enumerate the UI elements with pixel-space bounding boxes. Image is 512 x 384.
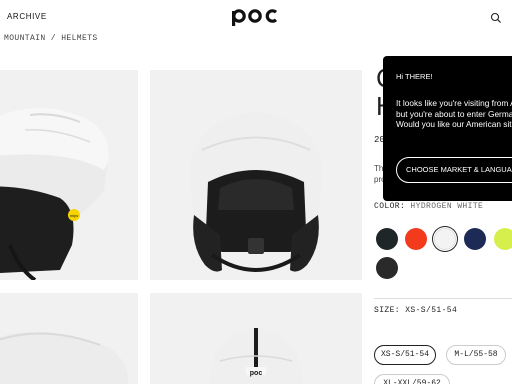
product-image-back[interactable] — [0, 293, 138, 384]
product-image-side[interactable]: mips — [0, 70, 138, 280]
market-popup: Hi THERE! It looks like you're visiting … — [383, 56, 512, 201]
swatch-red[interactable] — [405, 228, 427, 250]
swatch-lime[interactable] — [494, 228, 512, 250]
size-option-xl-xxl[interactable]: XL-XXL/59-62 — [374, 374, 450, 384]
product-image-top[interactable]: poc — [150, 293, 362, 384]
svg-text:mips: mips — [70, 213, 78, 218]
popup-message: It looks like you're visiting from Ameri… — [396, 98, 512, 129]
size-option-xs-s[interactable]: XS-S/51-54 — [374, 345, 436, 365]
swatch-black[interactable] — [376, 228, 398, 250]
choose-market-button[interactable]: CHOOSE MARKET & LANGUAGE — [396, 157, 512, 183]
swatch-dark-grey[interactable] — [376, 257, 398, 279]
size-option-m-l[interactable]: M-L/55-58 — [446, 345, 506, 365]
product-image-front[interactable] — [150, 70, 362, 280]
swatch-white-selected[interactable] — [434, 228, 456, 250]
color-label: COLOR: HYDROGEN WHITE — [374, 202, 484, 211]
swatch-navy[interactable] — [464, 228, 486, 250]
poc-logo[interactable] — [230, 6, 282, 28]
popup-title: Hi THERE! — [396, 72, 433, 81]
svg-text:poc: poc — [250, 370, 263, 377]
nav-archive-link[interactable]: ARCHIVE — [7, 12, 47, 21]
breadcrumb[interactable]: MOUNTAIN / HELMETS — [4, 34, 98, 43]
divider — [374, 298, 512, 299]
size-label: SIZE: XS-S/51-54 — [374, 306, 458, 315]
